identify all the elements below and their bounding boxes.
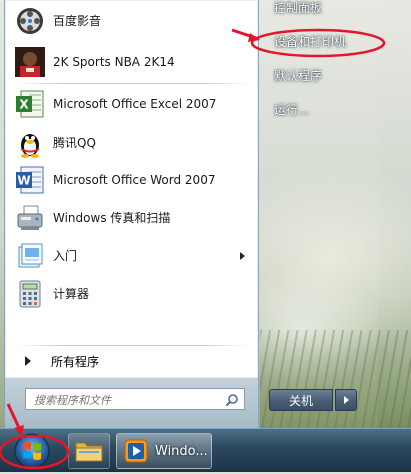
taskbar-media-player-button[interactable]: Windo... xyxy=(116,433,212,469)
program-label: 2K Sports NBA 2K14 xyxy=(53,54,175,69)
all-programs-label: 所有程序 xyxy=(51,354,100,369)
right-item-devices-printers[interactable]: 设备和打印机 xyxy=(264,28,376,54)
right-item-label: 设备和打印机 xyxy=(274,34,347,49)
taskbar-explorer-button[interactable] xyxy=(68,433,110,469)
search-input[interactable] xyxy=(32,390,226,410)
svg-text:X: X xyxy=(19,97,29,111)
right-item-control-panel[interactable]: 控制面板 xyxy=(264,0,376,20)
program-item-getting-started[interactable]: 入门 xyxy=(11,237,251,274)
taskbar: Windo... xyxy=(0,428,411,472)
folder-icon xyxy=(75,442,103,462)
baidu-player-icon xyxy=(15,6,45,36)
right-item-run[interactable]: 运行... xyxy=(264,96,376,122)
search-box[interactable] xyxy=(25,388,245,410)
right-item-default-programs[interactable]: 默认程序 xyxy=(264,62,376,88)
start-menu: 百度影音 2K Sports NBA 2K14 X Microsoft Offi… xyxy=(0,0,411,429)
program-item-word[interactable]: W Microsoft Office Word 2007 xyxy=(11,161,251,198)
nba-2k14-icon xyxy=(15,46,45,77)
search-area xyxy=(4,378,259,429)
separator xyxy=(15,83,251,84)
right-item-label: 运行... xyxy=(274,102,310,117)
program-item-nba-2k14[interactable]: 2K Sports NBA 2K14 xyxy=(11,43,251,80)
program-label: 入门 xyxy=(53,249,78,263)
right-item-label: 默认程序 xyxy=(274,68,323,83)
program-label: Microsoft Office Word 2007 xyxy=(53,172,216,187)
getting-started-icon xyxy=(15,241,45,271)
program-item-fax-scan[interactable]: Windows 传真和扫描 xyxy=(11,199,251,236)
shutdown-button[interactable]: 关机 xyxy=(269,389,333,411)
all-programs-button[interactable]: 所有程序 xyxy=(11,349,251,373)
program-item-excel[interactable]: X Microsoft Office Excel 2007 xyxy=(11,85,251,122)
search-icon[interactable] xyxy=(225,393,239,407)
taskbar-window-label: Windo... xyxy=(155,443,208,459)
start-button[interactable] xyxy=(4,431,60,471)
excel-icon: X xyxy=(15,89,45,119)
submenu-arrow-icon xyxy=(240,251,245,260)
start-menu-right-pane: 控制面板 设备和打印机 默认程序 运行... xyxy=(258,0,378,428)
qq-penguin-icon xyxy=(15,128,45,158)
program-label: 计算器 xyxy=(53,287,90,301)
fax-scan-icon xyxy=(15,203,45,233)
program-item-baidu-player[interactable]: 百度影音 xyxy=(11,2,251,39)
separator xyxy=(15,345,251,346)
start-menu-programs-pane: 百度影音 2K Sports NBA 2K14 X Microsoft Offi… xyxy=(4,0,259,379)
shutdown-options-button[interactable] xyxy=(335,389,357,411)
right-item-label: 控制面板 xyxy=(274,0,323,15)
expand-arrow-icon xyxy=(25,356,31,366)
calculator-icon xyxy=(15,279,45,309)
chevron-right-icon xyxy=(344,396,349,404)
svg-text:W: W xyxy=(17,173,30,187)
shutdown-label: 关机 xyxy=(288,393,313,408)
program-label: Microsoft Office Excel 2007 xyxy=(53,96,217,111)
program-item-qq[interactable]: 腾讯QQ xyxy=(11,124,251,161)
program-item-calculator[interactable]: 计算器 xyxy=(11,275,251,312)
windows-logo-icon xyxy=(14,433,50,469)
media-player-icon xyxy=(124,439,148,463)
program-label: 腾讯QQ xyxy=(53,136,96,150)
program-label: 百度影音 xyxy=(53,14,102,28)
program-label: Windows 传真和扫描 xyxy=(53,211,171,225)
word-icon: W xyxy=(15,165,45,195)
